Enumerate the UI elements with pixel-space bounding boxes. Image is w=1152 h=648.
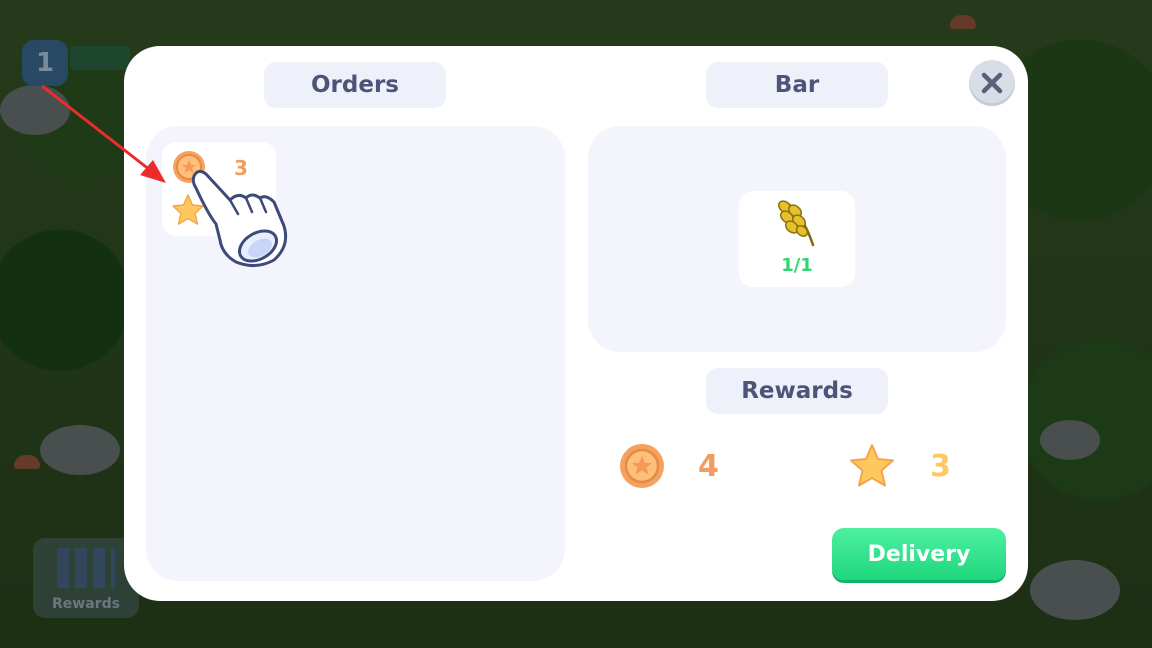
reward-star-icon (850, 444, 894, 487)
reward-star-count: 3 (930, 449, 951, 484)
wheat-icon (777, 200, 815, 247)
reward-coin-count: 4 (698, 449, 719, 484)
close-icon (981, 72, 1003, 94)
bar-item-slot[interactable]: 1/1 (739, 191, 855, 287)
orders-title: Orders (264, 62, 446, 108)
bar-item-progress: 1/1 (781, 255, 813, 276)
delivery-button[interactable]: Delivery (832, 528, 1006, 580)
reward-coin-icon (620, 444, 664, 488)
bar-title: Bar (706, 62, 888, 108)
rewards-title: Rewards (706, 368, 888, 414)
close-button[interactable] (969, 60, 1015, 106)
pointing-hand-icon (191, 169, 288, 267)
order-modal: Orders Bar 3 1/1 Rewards 4 3 Delivery (124, 46, 1028, 601)
